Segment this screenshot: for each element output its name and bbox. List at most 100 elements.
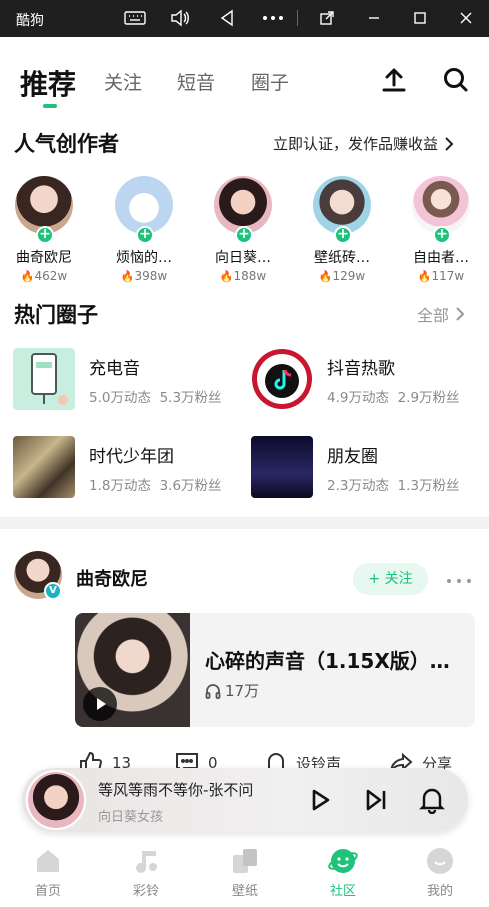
tab-label: 社区 [329,884,356,899]
tab-label: 首页 [34,884,61,899]
creator-fans: 🔥398w [120,269,168,283]
back-icon[interactable] [213,6,241,30]
tab-ringback[interactable]: 彩铃 [106,846,186,899]
circle-card[interactable]: 充电音 5.0万动态 5.3万粉丝 [13,348,253,410]
circle-stats: 5.0万动态 5.3万粉丝 [89,390,222,406]
flame-icon: 🔥 [318,270,333,283]
flame-icon: 🔥 [417,270,432,283]
player-album-art[interactable] [26,770,86,830]
search-icon[interactable] [442,66,470,94]
avatar: + [214,176,272,244]
song-title: 心碎的声音（1.15X版）… [205,649,450,673]
avatar: + [412,176,470,244]
profile-icon [425,846,455,876]
bell-icon[interactable] [418,786,446,815]
bottom-tab-bar: 首页 彩铃 壁纸 社区 我的 [0,840,489,907]
wallpaper-icon [230,846,260,876]
circle-card[interactable]: 时代少年团 1.8万动态 3.6万粉丝 [13,436,253,498]
follow-plus-icon[interactable]: + [235,226,253,244]
circle-cover [251,436,313,498]
circle-card[interactable]: 朋友圈 2.3万动态 1.3万粉丝 [251,436,489,498]
active-tab-indicator [43,104,57,108]
window-titlebar: 酷狗 [0,0,489,37]
follow-plus-icon[interactable]: + [433,226,451,244]
community-icon [328,846,358,876]
tab-label: 壁纸 [231,884,258,899]
close-icon[interactable] [452,6,480,30]
creator-card[interactable]: + 自由者… 🔥117w [401,176,481,283]
circle-cover [13,436,75,498]
follow-plus-icon[interactable]: + [36,226,54,244]
follow-plus-icon[interactable]: + [334,226,352,244]
play-icon[interactable] [83,687,117,721]
section-divider [0,517,489,529]
creator-fans: 🔥117w [417,269,465,283]
more-options-icon[interactable] [445,566,473,590]
creator-name: 曲奇欧尼 [16,250,72,266]
app-title: 酷狗 [16,13,44,29]
keyboard-icon[interactable] [121,6,149,30]
tab-home[interactable]: 首页 [8,846,88,899]
minimize-icon[interactable] [360,6,388,30]
follow-plus-icon[interactable]: + [136,226,154,244]
player-song-title: 等风等雨不等你-张不问 [98,781,254,799]
chevron-right-icon [456,307,465,321]
creator-fans: 🔥462w [20,269,68,283]
circle-cover [13,348,75,410]
circle-stats: 1.8万动态 3.6万粉丝 [89,478,222,494]
home-icon [33,846,63,876]
circle-stats: 2.3万动态 1.3万粉丝 [327,478,460,494]
circle-name: 朋友圈 [327,447,378,467]
verified-badge: V [44,582,62,600]
creators-section-title: 人气创作者 [14,132,119,156]
post-author-name[interactable]: 曲奇欧尼 [76,565,148,591]
creator-name: 向日葵… [215,250,271,266]
tab-following[interactable]: 关注 [104,68,142,95]
play-icon[interactable] [306,786,334,814]
player-artist: 向日葵女孩 [98,810,164,825]
tab-label: 我的 [426,884,453,899]
creator-fans: 🔥129w [318,269,366,283]
tab-circles[interactable]: 圈子 [251,68,289,95]
circle-name: 时代少年团 [89,447,174,467]
top-nav: 推荐 关注 短音 圈子 [0,37,489,115]
flame-icon: 🔥 [219,270,234,283]
maximize-icon[interactable] [406,6,434,30]
headphones-icon [205,683,221,699]
tab-wallpaper[interactable]: 壁纸 [205,846,285,899]
avatar: + [115,176,173,244]
creator-name: 自由者… [413,250,469,266]
creator-card[interactable]: + 烦恼的… 🔥398w [104,176,184,283]
chevron-right-icon [445,136,454,151]
tab-profile[interactable]: 我的 [400,846,480,899]
creator-name: 烦恼的… [116,250,172,266]
circle-card[interactable]: 抖音热歌 4.9万动态 2.9万粉丝 [251,348,489,410]
circles-section-title: 热门圈子 [14,303,98,327]
volume-icon[interactable] [166,6,194,30]
tab-community[interactable]: 社区 [303,846,383,899]
flame-icon: 🔥 [20,270,35,283]
pin-icon[interactable] [313,6,341,30]
music-note-icon [131,846,161,876]
creator-name: 壁纸砖… [314,250,370,266]
mini-player[interactable]: 等风等雨不等你-张不问 向日葵女孩 [22,768,468,832]
creator-card[interactable]: + 曲奇欧尼 🔥462w [4,176,84,283]
view-all-circles-link[interactable]: 全部 [417,302,465,326]
creator-certify-link[interactable]: 立即认证，发作品赚收益 [273,133,454,154]
circle-cover [251,348,313,410]
upload-icon[interactable] [380,66,408,94]
next-track-icon[interactable] [362,786,390,814]
more-icon[interactable] [259,6,287,30]
flame-icon: 🔥 [120,270,135,283]
creator-certify-label: 立即认证，发作品赚收益 [273,135,439,153]
tab-label: 彩铃 [132,884,159,899]
creator-card[interactable]: + 壁纸砖… 🔥129w [302,176,382,283]
tab-short-sounds[interactable]: 短音 [177,68,215,95]
song-card[interactable]: 心碎的声音（1.15X版）… 17万 [75,613,475,727]
avatar: + [313,176,371,244]
creator-fans: 🔥188w [219,269,267,283]
creator-card[interactable]: + 向日葵… 🔥188w [203,176,283,283]
tab-recommend[interactable]: 推荐 [20,63,76,103]
follow-button[interactable]: + 关注 [353,563,428,595]
play-count: 17万 [205,680,259,701]
